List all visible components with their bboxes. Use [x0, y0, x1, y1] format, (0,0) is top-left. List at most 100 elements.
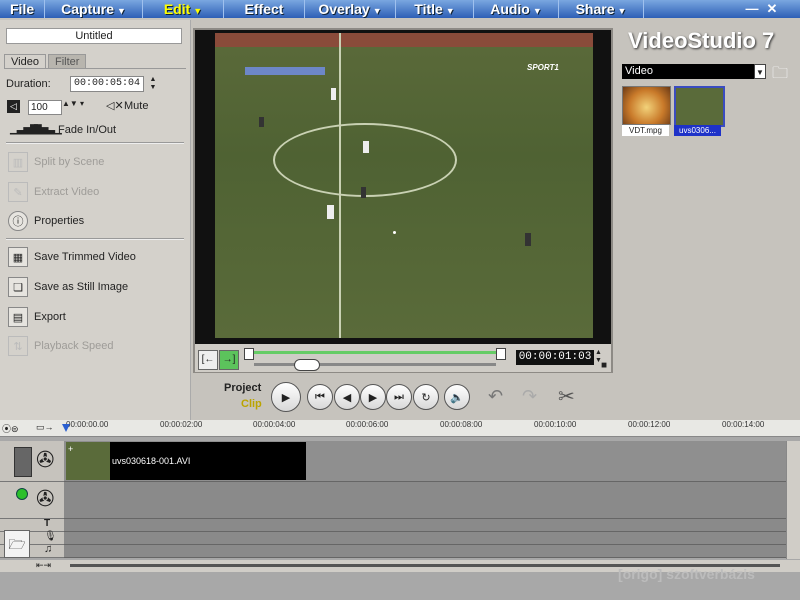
menu-title[interactable]: Title ▼ [396, 0, 474, 18]
menu-share-label: Share [575, 1, 615, 17]
enlarge-icon[interactable]: ■ [601, 360, 607, 371]
film-icon: ▦ [8, 247, 28, 267]
overlay-reel-icon: ✇ [36, 486, 55, 511]
library-thumb-vdt[interactable] [622, 86, 671, 125]
menu-share[interactable]: Share ▼ [559, 0, 644, 18]
save-trimmed-video-button[interactable]: ▦ Save Trimmed Video [8, 247, 136, 267]
duration-stepper[interactable]: ▲ ▼ [148, 76, 158, 92]
scissors-icon[interactable]: ✂ [558, 384, 575, 409]
music-note-icon: ♫ [44, 543, 53, 555]
video-clip[interactable]: + uvs030618-001.AVI [66, 442, 306, 480]
save-still-image-button[interactable]: ❏ Save as Still Image [8, 277, 128, 297]
playback-speed-button[interactable]: ⇅ Playback Speed [8, 336, 114, 356]
properties-icon: ⓘ [8, 211, 28, 231]
extract-video-button[interactable]: ✎ Extract Video [8, 182, 99, 202]
volume-field[interactable]: 100 [28, 100, 62, 115]
divider [6, 238, 184, 240]
player [361, 187, 366, 198]
minimize-icon[interactable]: — [744, 1, 760, 17]
menu-effect[interactable]: Effect [224, 0, 305, 18]
menu-audio[interactable]: Audio ▼ [474, 0, 559, 18]
duration-field[interactable]: 00:00:05:04 [70, 76, 144, 92]
mode-project-label[interactable]: Project [224, 382, 261, 394]
chevron-down-icon[interactable]: ▼ [754, 64, 766, 79]
trim-bar [254, 351, 496, 354]
timeline-ruler[interactable]: ⦿⊜ ▭→ 00:00:00.00 00:00:02:00 00:00:04:0… [0, 420, 800, 437]
ruler-tick: 00:00:12:00 [628, 420, 671, 429]
speaker-icon[interactable]: ◁ [7, 100, 20, 113]
mute-icon[interactable]: ◁✕ [106, 99, 124, 112]
timecode-display[interactable]: 00:00:01:03 [516, 350, 594, 365]
title-track-icon: T [44, 518, 51, 529]
play-icon[interactable]: ▶ [271, 382, 301, 412]
menu-file[interactable]: File [0, 0, 45, 18]
vertical-scrollbar[interactable] [786, 441, 800, 559]
next-frame-icon[interactable]: ▶ [360, 384, 386, 410]
folder-icon[interactable]: 🗁 [4, 530, 30, 558]
playhead[interactable] [62, 424, 70, 432]
divider [6, 142, 184, 144]
fade-in-icon[interactable]: ▁▃▅▇ [10, 124, 38, 135]
close-icon[interactable]: ✕ [764, 1, 780, 17]
menu-title-label: Title [414, 1, 443, 17]
ruler-tick: 00:00:02:00 [160, 420, 203, 429]
library-category-select[interactable]: Video [622, 64, 755, 79]
library-thumb-label: uvs0306... [674, 125, 721, 136]
title-track[interactable] [64, 519, 786, 532]
split-by-scene-button[interactable]: ▥ Split by Scene [8, 152, 104, 172]
save-trimmed-video-label: Save Trimmed Video [34, 251, 136, 263]
volume-stepper[interactable]: ▲▼ ▾ [62, 99, 84, 108]
chevron-down-icon: ▼ [617, 6, 627, 16]
mark-in-icon[interactable]: [← [198, 350, 218, 370]
music-track[interactable] [64, 545, 786, 558]
repeat-icon[interactable]: ↻ [413, 384, 439, 410]
library-thumb-uvs[interactable] [674, 86, 725, 127]
player [363, 141, 369, 153]
tab-video[interactable]: Video [4, 54, 46, 69]
ruler-tick: 00:00:14:00 [722, 420, 765, 429]
split-scene-icon: ▥ [8, 152, 28, 172]
end-icon[interactable]: ⏭ [386, 384, 412, 410]
ball [393, 231, 396, 234]
clip-label: uvs030618-001.AVI [112, 456, 191, 466]
chevron-down-icon: ▼ [532, 6, 542, 16]
mark-out-icon[interactable]: →] [219, 350, 239, 370]
zoom-handle-icon[interactable]: ⇤⇥ [36, 560, 51, 571]
volume-icon[interactable]: 🔈 [444, 384, 470, 410]
menu-capture[interactable]: Capture ▼ [45, 0, 143, 18]
export-button[interactable]: ▤ Export [8, 307, 66, 327]
playback-speed-label: Playback Speed [34, 340, 114, 352]
tab-filter[interactable]: Filter [48, 54, 87, 69]
trim-start-handle[interactable] [244, 348, 254, 360]
menu-overlay[interactable]: Overlay ▼ [305, 0, 396, 18]
properties-button[interactable]: ⓘ Properties [8, 211, 84, 231]
still-image-icon: ❏ [8, 277, 28, 297]
track-toggle[interactable] [14, 447, 32, 477]
chevron-down-icon: ▼ [445, 6, 455, 16]
track-status-icon[interactable] [16, 488, 28, 500]
menu-edit[interactable]: Edit ▼ [143, 0, 224, 18]
menu-audio-label: Audio [490, 1, 530, 17]
duration-label: Duration: [6, 78, 51, 90]
home-icon[interactable]: ⏮ [307, 384, 333, 410]
ruler-tick: 00:00:08:00 [440, 420, 483, 429]
overlay-track[interactable] [64, 482, 786, 519]
clip-title-field[interactable]: Untitled [6, 28, 182, 44]
folder-icon[interactable]: 🗀 [772, 62, 788, 89]
previous-frame-icon[interactable]: ◀ [334, 384, 360, 410]
player [525, 233, 531, 246]
trim-end-handle[interactable] [496, 348, 506, 360]
redo-icon[interactable]: ↷ [522, 386, 537, 407]
fade-out-icon[interactable]: ▇▅▃▁ [34, 124, 62, 135]
scrub-handle[interactable] [294, 359, 320, 371]
menu-overlay-label: Overlay [318, 1, 370, 17]
mode-clip-label[interactable]: Clip [241, 398, 262, 410]
scrub-bar[interactable] [254, 363, 496, 366]
export-icon: ▤ [8, 307, 28, 327]
zoom-control-icon[interactable]: ▭→ [36, 422, 54, 433]
chevron-down-icon: ▼ [193, 6, 203, 16]
voice-track[interactable] [64, 532, 786, 545]
storyboard-view-icon[interactable]: ⦿⊜ [2, 422, 19, 435]
app-logo: VideoStudio 7 [628, 28, 775, 53]
undo-icon[interactable]: ↶ [488, 386, 503, 407]
